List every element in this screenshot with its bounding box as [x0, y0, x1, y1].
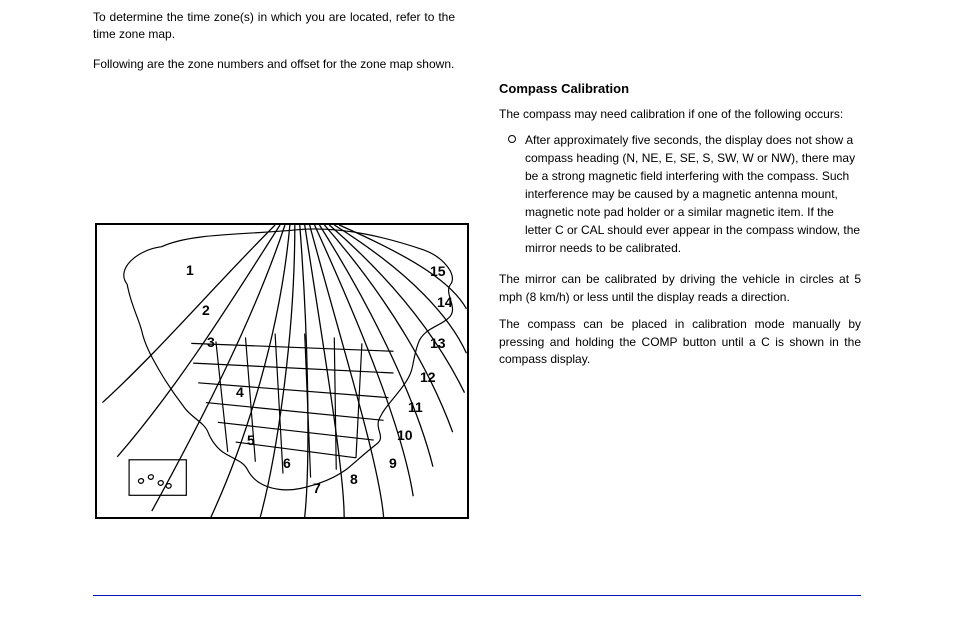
zone-map-paragraph: To determine the time zone(s) in which y… [93, 9, 455, 44]
zone-label-11: 11 [408, 399, 423, 415]
zone-label-7: 7 [313, 480, 321, 496]
zone-label-14: 14 [437, 294, 453, 310]
calibration-intro-paragraph: The compass may need calibration if one … [499, 106, 861, 123]
zone-label-9: 9 [389, 455, 397, 471]
calibration-manual-paragraph: The compass can be placed in calibration… [499, 316, 861, 368]
right-column: Compass Calibration The compass may need… [499, 5, 861, 570]
zone-map-svg [97, 225, 467, 517]
calibration-driving-paragraph: The mirror can be calibrated by driving … [499, 271, 861, 306]
zone-label-4: 4 [236, 384, 244, 400]
calibration-bullet-1: After approximately five seconds, the di… [499, 131, 861, 257]
zone-label-8: 8 [350, 471, 358, 487]
zone-label-10: 10 [397, 427, 413, 443]
zone-label-3: 3 [207, 334, 215, 350]
zone-label-2: 2 [202, 302, 210, 318]
zone-label-13: 13 [430, 335, 446, 351]
zone-label-6: 6 [283, 455, 291, 471]
zone-label-15: 15 [430, 263, 446, 279]
zone-offset-paragraph: Following are the zone numbers and offse… [93, 56, 455, 73]
compass-calibration-heading: Compass Calibration [499, 81, 861, 96]
horizontal-rule [93, 595, 861, 596]
zone-label-1: 1 [186, 262, 194, 278]
zone-label-12: 12 [420, 369, 436, 385]
zone-map-illustration [95, 223, 469, 519]
zone-label-5: 5 [247, 432, 255, 448]
